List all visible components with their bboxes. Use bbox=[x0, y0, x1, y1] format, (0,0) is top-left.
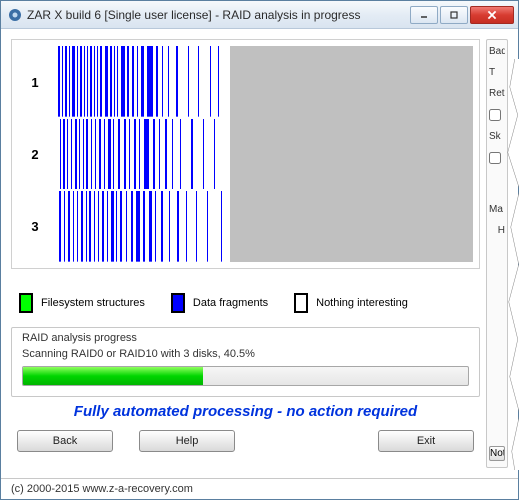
disk-stripe-3 bbox=[58, 191, 226, 262]
f-checkbox[interactable]: F bbox=[489, 152, 505, 164]
footer-text: (c) 2000-2015 www.z-a-recovery.com bbox=[1, 478, 518, 499]
progress-bar bbox=[22, 366, 469, 386]
legend-label: Filesystem structures bbox=[41, 297, 145, 309]
disk-row-numbers: 1 2 3 bbox=[12, 46, 58, 262]
button-row: Back Help Exit bbox=[11, 430, 480, 452]
disk-row-label: 3 bbox=[12, 190, 58, 262]
disk-stripe-1 bbox=[58, 46, 226, 117]
t-label: T bbox=[489, 67, 505, 78]
progress-fill bbox=[23, 367, 203, 385]
skip-label: Sk bbox=[489, 131, 505, 142]
annotation-text: Fully automated processing - no action r… bbox=[11, 403, 480, 420]
minimize-button[interactable] bbox=[410, 6, 438, 24]
legend-label: Data fragments bbox=[193, 297, 268, 309]
close-button[interactable] bbox=[470, 6, 514, 24]
disk-row-label: 1 bbox=[12, 46, 58, 118]
maximize-button[interactable] bbox=[440, 6, 468, 24]
legend-item-empty: Nothing interesting bbox=[294, 293, 408, 313]
swatch-white-icon bbox=[294, 293, 308, 313]
h-label: H bbox=[489, 225, 505, 236]
bad-sector-label: Bad bbox=[489, 46, 505, 57]
legend-item-filesystem: Filesystem structures bbox=[19, 293, 145, 313]
legend-label: Nothing interesting bbox=[316, 297, 408, 309]
ma-label: Ma bbox=[489, 204, 505, 215]
options-panel: Bad T Retry A Sk F Ma H Not bbox=[486, 39, 508, 468]
window-controls bbox=[410, 6, 514, 24]
disk-row-label: 2 bbox=[12, 118, 58, 190]
disk-stripe-2 bbox=[58, 119, 226, 190]
app-window: ZAR X build 6 [Single user license] - RA… bbox=[0, 0, 519, 500]
progress-group: RAID analysis progress Scanning RAID0 or… bbox=[11, 327, 480, 397]
exit-button[interactable]: Exit bbox=[378, 430, 474, 452]
legend-item-data: Data fragments bbox=[171, 293, 268, 313]
legend: Filesystem structures Data fragments Not… bbox=[11, 293, 480, 313]
titlebar: ZAR X build 6 [Single user license] - RA… bbox=[1, 1, 518, 29]
not-button[interactable]: Not bbox=[489, 446, 505, 461]
window-title: ZAR X build 6 [Single user license] - RA… bbox=[27, 8, 410, 22]
back-button[interactable]: Back bbox=[17, 430, 113, 452]
swatch-blue-icon bbox=[171, 293, 185, 313]
progress-title: RAID analysis progress bbox=[22, 332, 469, 344]
a-checkbox[interactable]: A bbox=[489, 109, 505, 121]
progress-status: Scanning RAID0 or RAID10 with 3 disks, 4… bbox=[22, 348, 469, 360]
retry-label: Retry bbox=[489, 88, 505, 99]
disk-map-remainder bbox=[230, 46, 473, 262]
disk-map: 1 2 3 bbox=[11, 39, 480, 269]
help-button[interactable]: Help bbox=[139, 430, 235, 452]
app-icon bbox=[7, 7, 23, 23]
swatch-green-icon bbox=[19, 293, 33, 313]
